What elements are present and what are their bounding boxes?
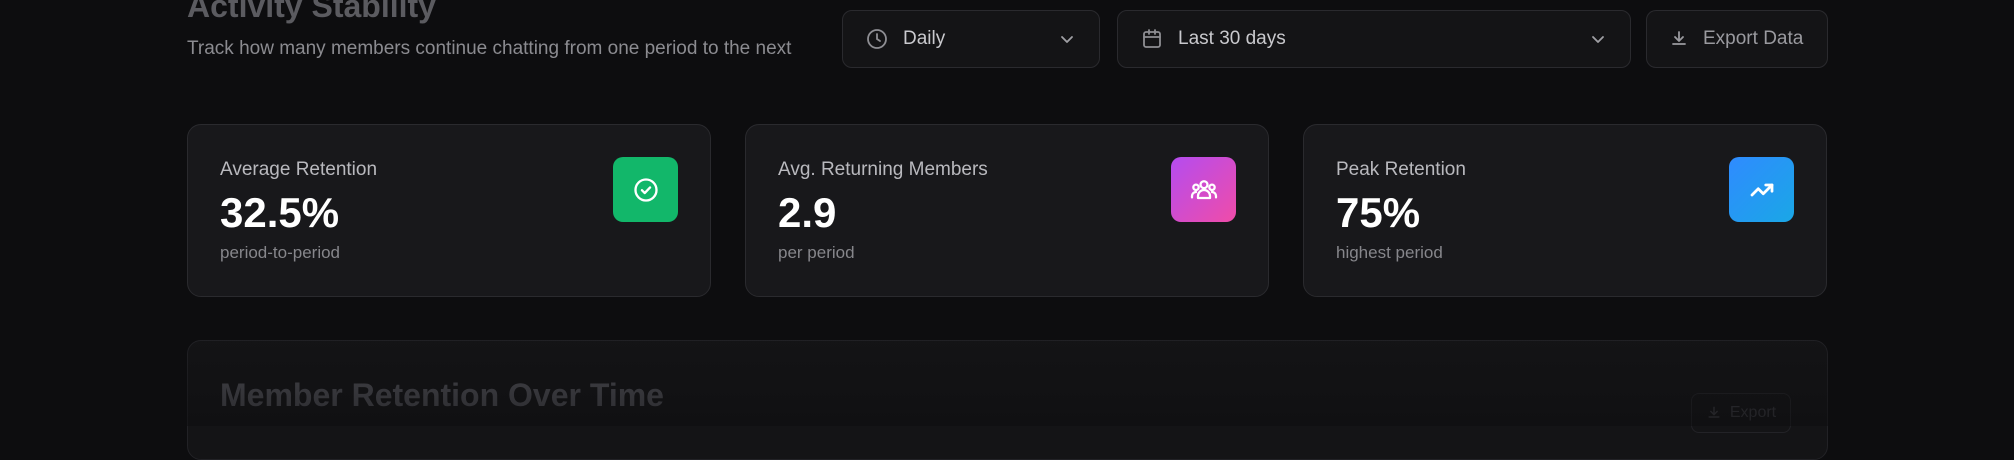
average-retention-card: Average Retention 32.5% period-to-period <box>187 124 711 297</box>
clock-icon <box>865 27 889 51</box>
chart-export-button[interactable]: Export <box>1691 393 1791 433</box>
check-circle-icon <box>613 157 678 222</box>
card-value: 2.9 <box>778 189 837 236</box>
trending-up-icon <box>1729 157 1794 222</box>
page-title: Activity Stability <box>187 0 436 24</box>
date-range-select[interactable]: Last 30 days <box>1117 10 1631 68</box>
card-subtext: per period <box>778 243 855 262</box>
chevron-down-icon <box>1057 29 1077 49</box>
chart-export-label: Export <box>1729 404 1777 421</box>
card-value: 75% <box>1336 189 1421 236</box>
chart-title: Member Retention Over Time <box>220 377 664 413</box>
peak-retention-card: Peak Retention 75% highest period <box>1303 124 1827 297</box>
card-value: 32.5% <box>220 189 340 236</box>
chevron-down-icon <box>1588 29 1608 49</box>
download-icon <box>1669 29 1689 49</box>
period-select[interactable]: Daily <box>842 10 1100 68</box>
card-label: Avg. Returning Members <box>778 159 988 180</box>
export-data-button[interactable]: Export Data <box>1646 10 1828 68</box>
date-range-value: Last 30 days <box>1178 28 1286 49</box>
member-retention-chart-panel: Member Retention Over Time Export <box>187 340 1828 460</box>
calendar-icon <box>1140 27 1164 51</box>
export-data-label: Export Data <box>1703 28 1804 49</box>
period-select-value: Daily <box>903 28 946 49</box>
page-header: Activity Stability Track how many member… <box>187 0 807 62</box>
card-subtext: period-to-period <box>220 243 341 262</box>
activity-stability-page: Activity Stability Track how many member… <box>0 0 2014 460</box>
card-label: Peak Retention <box>1336 159 1466 180</box>
users-icon <box>1171 157 1236 222</box>
download-icon <box>1708 406 1720 418</box>
card-subtext: highest period <box>1336 243 1443 262</box>
page-subtitle: Track how many members continue chatting… <box>187 38 792 59</box>
returning-members-card: Avg. Returning Members 2.9 per period <box>745 124 1269 297</box>
card-label: Average Retention <box>220 159 378 180</box>
